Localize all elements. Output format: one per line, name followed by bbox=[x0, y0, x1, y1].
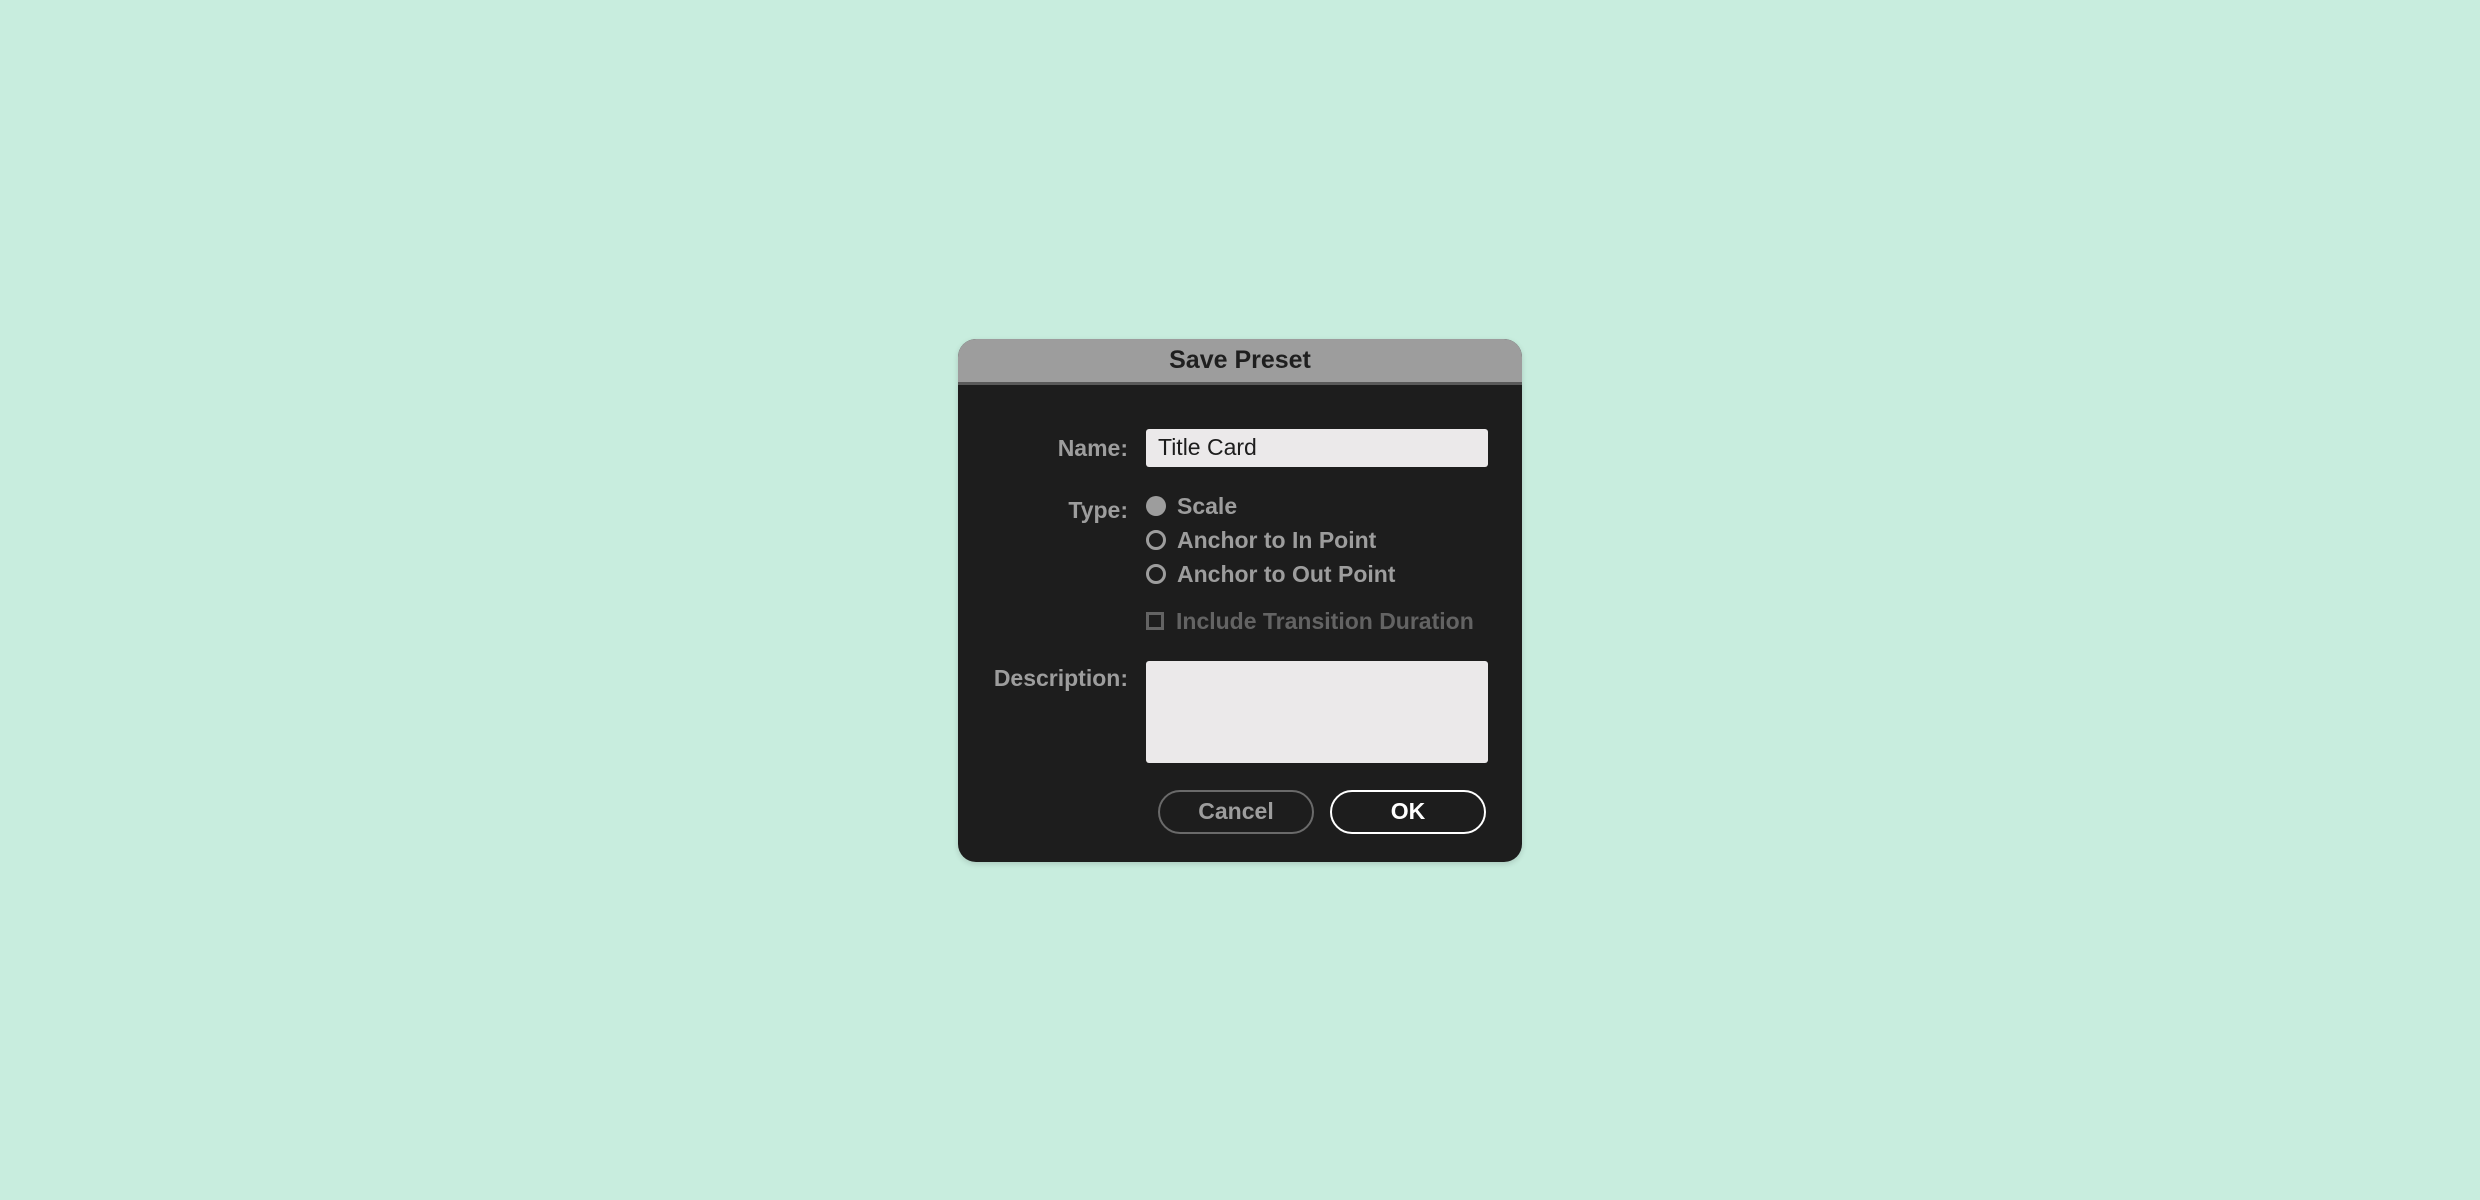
cancel-button[interactable]: Cancel bbox=[1158, 790, 1314, 834]
name-label-col: Name: bbox=[990, 429, 1146, 462]
name-input[interactable] bbox=[1146, 429, 1488, 467]
radio-icon bbox=[1146, 496, 1166, 516]
dialog-body: Name: Type: Scale Anchor to In Point bbox=[958, 385, 1522, 862]
type-label: Type: bbox=[1068, 497, 1128, 523]
name-row: Name: bbox=[990, 429, 1490, 467]
name-label: Name: bbox=[1058, 435, 1128, 461]
ok-button[interactable]: OK bbox=[1330, 790, 1486, 834]
type-field-col: Scale Anchor to In Point Anchor to Out P… bbox=[1146, 493, 1490, 635]
radio-icon bbox=[1146, 564, 1166, 584]
radio-anchor-in[interactable]: Anchor to In Point bbox=[1146, 527, 1490, 554]
radio-scale[interactable]: Scale bbox=[1146, 493, 1490, 520]
name-field-col bbox=[1146, 429, 1490, 467]
type-row: Type: Scale Anchor to In Point Anchor to… bbox=[990, 493, 1490, 635]
description-field-col bbox=[1146, 661, 1490, 768]
radio-icon bbox=[1146, 530, 1166, 550]
checkbox-label: Include Transition Duration bbox=[1176, 608, 1474, 635]
include-transition-checkbox[interactable]: Include Transition Duration bbox=[1146, 608, 1490, 635]
radio-label: Scale bbox=[1177, 493, 1237, 520]
description-label: Description: bbox=[994, 665, 1128, 691]
save-preset-dialog: Save Preset Name: Type: Scale bbox=[958, 339, 1522, 862]
type-radio-group: Scale Anchor to In Point Anchor to Out P… bbox=[1146, 493, 1490, 588]
radio-label: Anchor to Out Point bbox=[1177, 561, 1395, 588]
description-input[interactable] bbox=[1146, 661, 1488, 763]
dialog-title: Save Preset bbox=[1169, 346, 1311, 375]
radio-anchor-out[interactable]: Anchor to Out Point bbox=[1146, 561, 1490, 588]
dialog-titlebar: Save Preset bbox=[958, 339, 1522, 385]
description-label-col: Description: bbox=[990, 661, 1146, 692]
radio-label: Anchor to In Point bbox=[1177, 527, 1376, 554]
type-label-col: Type: bbox=[990, 493, 1146, 524]
checkbox-icon bbox=[1146, 612, 1164, 630]
description-row: Description: bbox=[990, 661, 1490, 768]
button-row: Cancel OK bbox=[990, 790, 1490, 834]
